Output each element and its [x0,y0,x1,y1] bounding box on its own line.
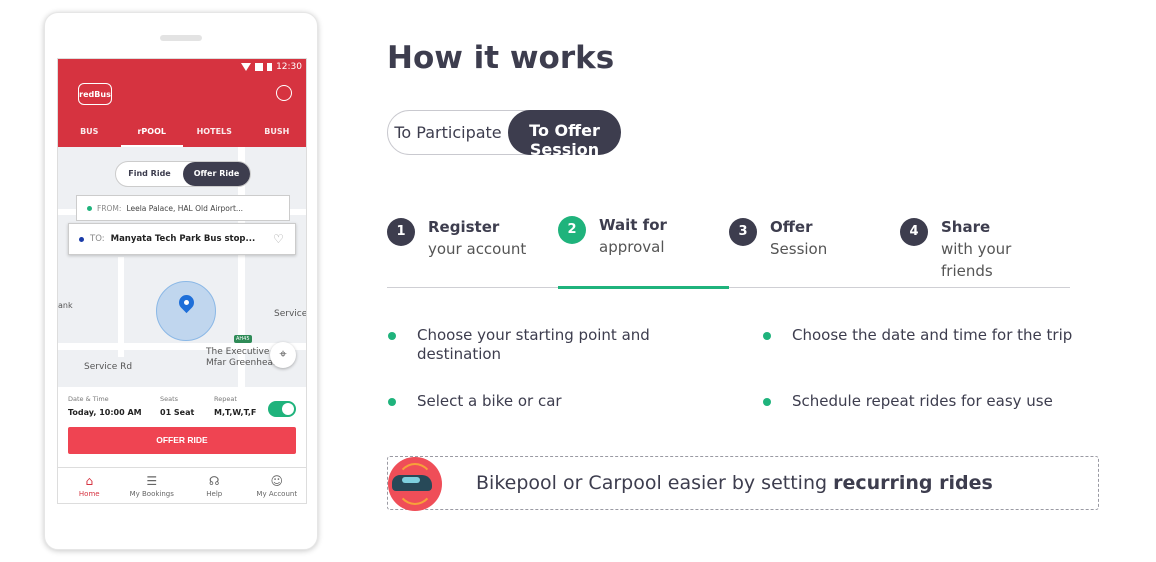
leaf-icon[interactable] [276,85,292,101]
map-label: Service Rd [84,362,133,372]
date-time-label: Date & Time [68,395,109,403]
step-subtext: approval [599,238,665,256]
feature-item: Choose your starting point and destinati… [387,326,650,364]
step-subtext: your account [428,240,527,258]
step-text: Wait for approval [599,214,724,258]
to-label: TO: [90,234,105,244]
repeat-field[interactable]: Repeat M,T,W,T,F [214,395,256,417]
repeat-toggle[interactable] [268,401,296,417]
map-label: ank [58,301,73,310]
segment-offer-session[interactable]: To Offer Session [508,110,621,155]
nav-account-label: My Account [256,490,298,498]
map-view[interactable]: Find Ride Offer Ride FROM: Leela Palace,… [58,147,307,387]
app-header: 12:30 redBus BUS rPOOL HOTELS BUSH [58,59,307,147]
banner-text-plain: Bikepool or Carpool easier by setting [476,472,834,494]
step-subtext: with your friends [941,240,1012,280]
seats-label: Seats [160,395,179,403]
from-label: FROM: [97,203,122,213]
to-field[interactable]: TO: Manyata Tech Park Bus stop... ♡ [68,223,296,255]
heart-icon[interactable]: ♡ [273,233,285,245]
feature-item: Select a bike or car [387,392,562,411]
map-label: Service [274,309,307,319]
feature-text: destination [417,345,502,363]
nav-my-account[interactable]: ☺ My Account [246,468,307,503]
map-label: The Executive C [206,347,279,357]
map-label: Mfar Greenheart [206,358,281,368]
steps-tabs: 1 Register your account 2 Wait for appro… [387,210,1071,289]
status-bar: 12:30 [241,62,302,72]
headset-icon: ☊ [208,474,220,488]
seats-field[interactable]: Seats 01 Seat [160,395,194,417]
step-heading: Wait for [599,216,667,234]
step-text: Register your account [428,216,553,260]
step-heading: Share [941,218,991,236]
ride-toggle[interactable]: Find Ride Offer Ride [115,161,251,187]
status-time: 12:30 [276,62,302,72]
date-time-field[interactable]: Date & Time Today, 10:00 AM [68,395,142,417]
tab-bus[interactable]: BUS [58,125,121,147]
trip-details: Date & Time Today, 10:00 AM Seats 01 Sea… [58,387,306,467]
step-register[interactable]: 1 Register your account [387,210,558,288]
feature-item: Choose the date and time for the trip [762,326,1072,345]
step-subtext: Session [770,240,828,258]
to-dot-icon [79,236,84,242]
step-number: 4 [900,218,928,246]
nav-help[interactable]: ☊ Help [183,468,246,503]
repeat-label: Repeat [214,395,237,403]
car-window [402,477,420,483]
car-repeat-icon [388,457,442,511]
to-value: Manyata Tech Park Bus stop... [110,234,256,244]
tab-hotels[interactable]: HOTELS [183,125,246,147]
step-number: 3 [729,218,757,246]
offer-ride-button[interactable]: OFFER RIDE [68,427,296,454]
from-dot-icon [87,205,92,211]
tab-bushire[interactable]: BUSH [246,125,307,147]
from-value: Leela Palace, HAL Old Airport... [126,203,244,213]
date-time-value: Today, 10:00 AM [68,408,142,417]
repeat-value: M,T,W,T,F [214,408,257,417]
step-text: Share with your friends [941,216,1066,282]
step-text: Offer Session [770,216,895,260]
tab-rpool[interactable]: rPOOL [120,125,183,147]
bottom-nav: ⌂ Home ☰ My Bookings ☊ Help ☺ My Account [58,467,307,503]
phone-screen: 12:30 redBus BUS rPOOL HOTELS BUSH Find … [57,58,307,504]
list-icon: ☰ [146,474,158,488]
step-share[interactable]: 4 Share with your friends [900,210,1071,288]
from-field[interactable]: FROM: Leela Palace, HAL Old Airport... [76,195,290,221]
step-heading: Register [428,218,500,236]
mode-segmented-control[interactable]: To Participate To Offer Session [387,110,621,155]
nav-home[interactable]: ⌂ Home [58,468,121,503]
locate-me-icon[interactable]: ⌖ [270,342,296,368]
redbus-logo[interactable]: redBus [78,83,112,105]
step-heading: Offer [770,218,813,236]
wifi-icon [241,63,252,71]
feature-item: Schedule repeat rides for easy use [762,392,1053,411]
user-icon: ☺ [270,474,283,488]
signal-icon [255,63,264,71]
step-offer-session[interactable]: 3 Offer Session [729,210,900,288]
recurring-rides-banner: Bikepool or Carpool easier by setting re… [387,456,1099,511]
feature-text: Choose your starting point and [417,326,650,344]
offer-ride-option[interactable]: Offer Ride [183,162,250,186]
nav-home-label: Home [78,490,100,498]
phone-mockup: 12:30 redBus BUS rPOOL HOTELS BUSH Find … [44,12,318,550]
battery-icon [267,63,273,71]
highway-badge: AH45 [234,335,252,343]
step-number: 1 [387,218,415,246]
step-wait-approval[interactable]: 2 Wait for approval [558,210,729,289]
map-road [118,257,124,357]
banner-text-bold: recurring rides [833,472,993,494]
seats-value: 01 Seat [160,408,195,417]
phone-speaker [160,35,202,41]
banner-text: Bikepool or Carpool easier by setting re… [476,472,993,494]
step-number: 2 [558,216,586,244]
nav-help-label: Help [206,490,223,498]
segment-participate[interactable]: To Participate [388,123,508,142]
find-ride-option[interactable]: Find Ride [116,162,183,186]
page-title: How it works [387,40,615,76]
nav-my-bookings[interactable]: ☰ My Bookings [121,468,184,503]
nav-bookings-label: My Bookings [129,490,174,498]
app-tabs: BUS rPOOL HOTELS BUSH [58,125,307,147]
home-icon: ⌂ [85,474,94,488]
